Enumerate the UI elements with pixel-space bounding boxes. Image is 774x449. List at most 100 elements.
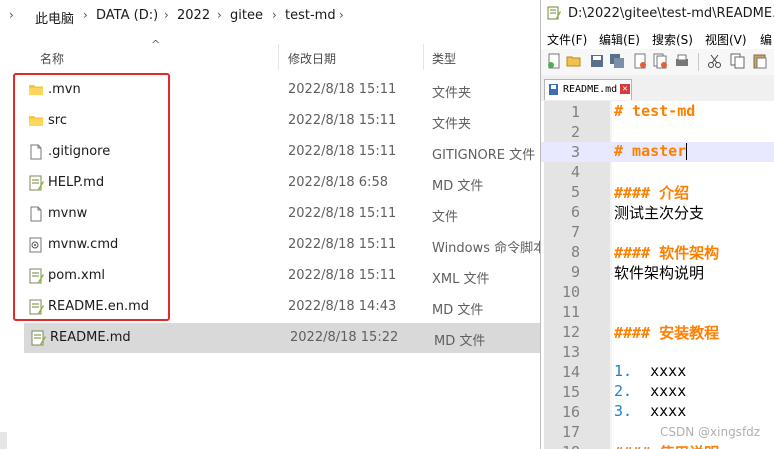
title-bar: D:\2022\gitee\test-md\README.md: [541, 0, 774, 28]
code-line: 18 #### 使用说明: [541, 442, 774, 449]
code-line: 12 #### 安装教程: [541, 322, 774, 342]
code-line: 14 1. xxxx: [541, 362, 774, 382]
list-number: 1.: [614, 362, 633, 380]
code-line: 16 3. xxxx: [541, 402, 774, 422]
line-number: 14: [561, 363, 580, 381]
line-text: # test-md: [614, 102, 696, 120]
text-cursor: [686, 143, 688, 160]
file-type: MD 文件: [432, 179, 484, 194]
menu-view[interactable]: 视图(V): [705, 31, 747, 48]
line-number: 18: [544, 443, 580, 449]
column-header-row: ^ 名称 修改日期 类型: [0, 38, 540, 74]
file-date: 2022/8/18 6:58: [288, 175, 388, 190]
watermark: CSDN @xingsfdz: [660, 425, 761, 439]
line-text: # master: [614, 142, 687, 160]
line-text: xxxx: [650, 382, 687, 400]
line-text: #### 介绍: [614, 184, 690, 202]
file-date: 2022/8/18 15:22: [290, 330, 399, 345]
copy-icon[interactable]: [730, 53, 746, 69]
column-divider[interactable]: [423, 44, 424, 70]
new-file-icon[interactable]: [546, 53, 562, 69]
column-header-date[interactable]: 修改日期: [288, 50, 336, 67]
file-date: 2022/8/18 15:11: [288, 113, 397, 128]
close-file-icon[interactable]: [632, 53, 648, 69]
line-number: 15: [561, 383, 580, 401]
menu-bar: 文件(F) 编辑(E) 搜索(S) 视图(V) 编: [541, 28, 774, 49]
breadcrumb-2022[interactable]: 2022: [177, 8, 210, 23]
column-header-name[interactable]: 名称: [40, 50, 64, 67]
notepad-app-icon: [547, 6, 561, 20]
code-line: 4: [541, 162, 774, 182]
file-type: 文件夹: [432, 86, 472, 101]
code-line: 1 # test-md: [541, 102, 774, 122]
menu-search[interactable]: 搜索(S): [652, 31, 693, 48]
column-header-type[interactable]: 类型: [432, 50, 456, 67]
list-number: 3.: [614, 402, 633, 420]
file-type: GITIGNORE 文件: [432, 148, 536, 163]
save-all-icon[interactable]: [609, 53, 625, 69]
line-number: 10: [561, 283, 580, 301]
file-type: Windows 命令脚本: [432, 241, 540, 256]
cut-icon[interactable]: [707, 53, 723, 69]
editor-area[interactable]: 1 # test-md 2 3 # master 4 5 #### 介绍 6 测试主次分支 7 8 ##…: [541, 101, 774, 449]
tab-readme[interactable]: README.md ✕: [544, 79, 632, 100]
toolbar: [541, 49, 774, 75]
print-icon[interactable]: [674, 53, 690, 69]
line-number: 4: [570, 163, 580, 181]
chevron-right-icon[interactable]: ›: [83, 8, 88, 22]
file-date: 2022/8/18 15:11: [288, 144, 397, 159]
file-date: 2022/8/18 15:11: [288, 237, 397, 252]
code-line: 7: [541, 222, 774, 242]
scrollbar[interactable]: [0, 432, 7, 449]
close-all-icon[interactable]: [652, 53, 668, 69]
file-date: 2022/8/18 14:43: [288, 299, 397, 314]
chevron-right-icon[interactable]: ›: [339, 8, 344, 22]
line-text: #### 软件架构: [614, 244, 720, 262]
breadcrumb-this-pc[interactable]: 此电脑: [35, 8, 74, 27]
highlight-box: [13, 73, 170, 321]
code-line: 3 # master: [541, 142, 774, 162]
chevron-right-icon[interactable]: ›: [217, 8, 222, 22]
column-divider[interactable]: [278, 44, 279, 70]
menu-file[interactable]: 文件(F): [547, 31, 587, 48]
file-type: 文件: [432, 210, 459, 225]
line-text: #### 安装教程: [614, 324, 720, 342]
toolbar-divider: [698, 53, 699, 71]
breadcrumb-test-md[interactable]: test-md: [285, 8, 336, 23]
line-number: 12: [561, 323, 580, 341]
tab-bar: README.md ✕: [541, 77, 774, 102]
line-number: 13: [561, 343, 580, 361]
line-number: 6: [570, 203, 580, 221]
file-type: XML 文件: [432, 272, 490, 287]
chevron-right-icon[interactable]: ›: [164, 8, 169, 22]
file-type: MD 文件: [432, 303, 484, 318]
code-line: 8 #### 软件架构: [541, 242, 774, 262]
file-type: MD 文件: [434, 334, 486, 349]
file-name: README.md: [50, 330, 131, 345]
save-icon[interactable]: [589, 53, 605, 69]
code-line: 13: [541, 342, 774, 362]
code-line: 9 软件架构说明: [541, 262, 774, 282]
breadcrumb: › 此电脑 › DATA (D:) › 2022 › gitee › test-…: [0, 0, 540, 30]
list-number: 2.: [614, 382, 633, 400]
menu-edit[interactable]: 编辑(E): [599, 31, 640, 48]
paste-icon[interactable]: [752, 53, 768, 69]
menu-encoding[interactable]: 编: [760, 31, 772, 48]
chevron-right-icon[interactable]: ›: [272, 8, 277, 22]
line-text: 测试主次分支: [614, 204, 705, 222]
close-tab-icon[interactable]: ✕: [620, 84, 630, 94]
open-folder-icon[interactable]: [566, 53, 582, 69]
line-text: 软件架构说明: [614, 264, 705, 282]
code-line: 10: [541, 282, 774, 302]
line-number: 2: [570, 123, 580, 141]
breadcrumb-gitee[interactable]: gitee: [230, 8, 263, 23]
file-type: 文件夹: [432, 117, 472, 132]
sort-ascending-icon: ^: [151, 38, 161, 51]
code-line: 6 测试主次分支: [541, 202, 774, 222]
chevron-right-icon[interactable]: ›: [9, 8, 14, 22]
file-date: 2022/8/18 15:11: [288, 82, 397, 97]
breadcrumb-drive[interactable]: DATA (D:): [96, 8, 158, 23]
file-row[interactable]: README.md 2022/8/18 15:22 MD 文件: [24, 323, 540, 353]
code-line: 2: [541, 122, 774, 142]
notepad-window: D:\2022\gitee\test-md\README.md 文件(F) 编辑…: [540, 0, 774, 449]
